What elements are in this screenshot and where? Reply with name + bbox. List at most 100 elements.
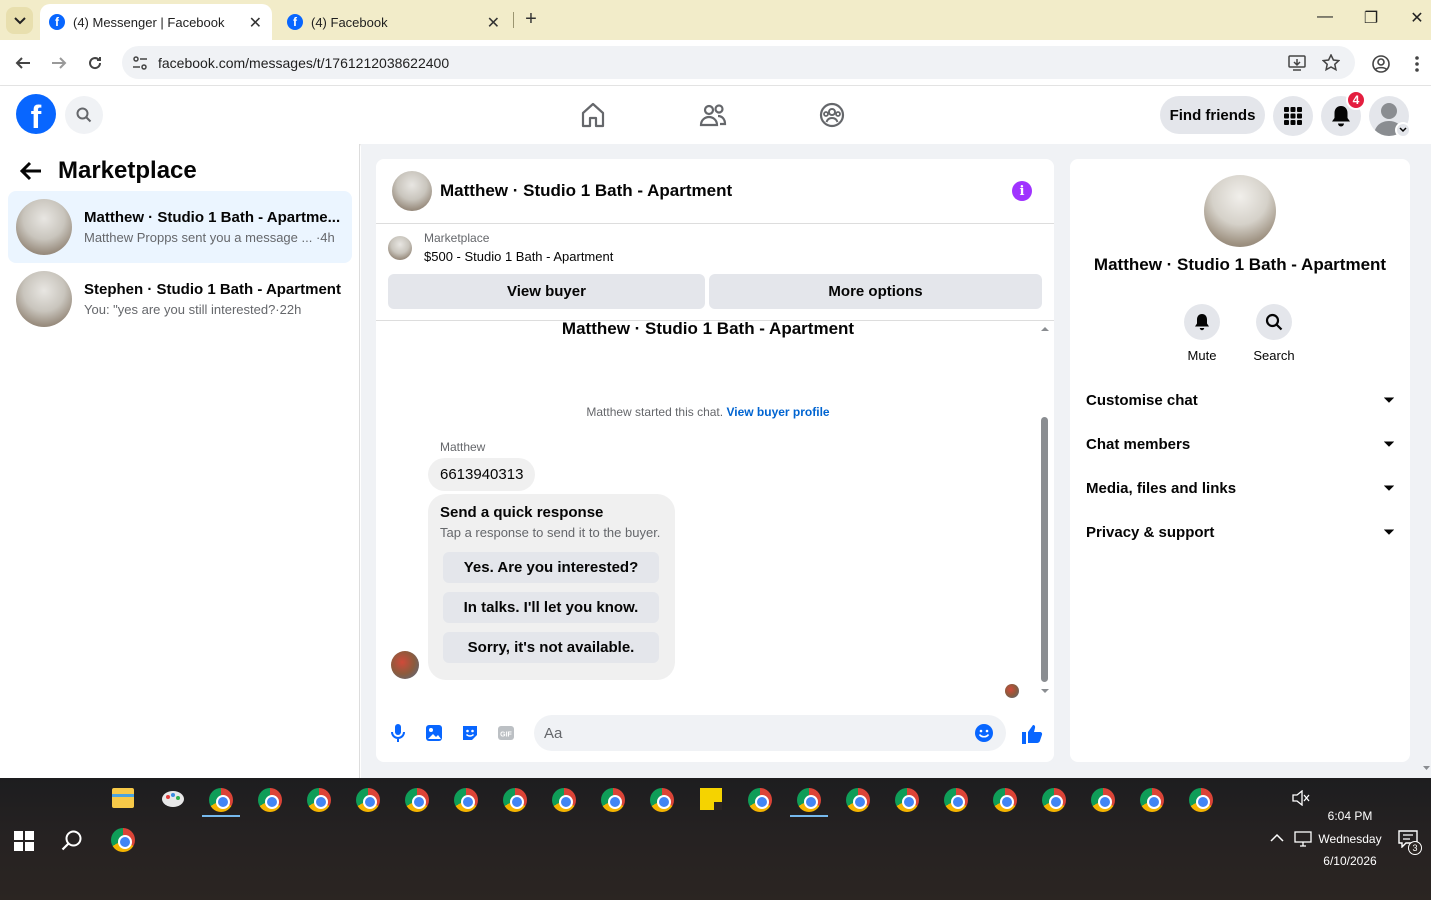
facebook-favicon-icon: f — [49, 14, 65, 30]
sticker-icon[interactable] — [460, 723, 480, 743]
facebook-logo-icon[interactable]: f — [16, 94, 56, 134]
chrome-taskbar-icon[interactable] — [944, 788, 968, 812]
chrome-taskbar-icon[interactable] — [552, 788, 576, 812]
file-explorer-icon[interactable] — [112, 788, 134, 808]
chat-scroll-thumb[interactable] — [1041, 417, 1048, 682]
conversation-preview: You: "yes are you still interested?·22h — [84, 302, 302, 317]
customise-chat-section[interactable]: Customise chat — [1086, 378, 1394, 422]
chrome-taskbar-icon[interactable] — [993, 788, 1017, 812]
chrome-taskbar-icon[interactable] — [846, 788, 870, 812]
chevron-down-icon — [1384, 441, 1394, 447]
conversation-item[interactable]: Matthew · Studio 1 Bath - Apartme... Mat… — [8, 191, 352, 263]
scroll-down-icon — [1423, 766, 1430, 770]
friends-icon[interactable] — [699, 101, 727, 129]
conversation-avatar — [16, 199, 72, 255]
tab-search-dropdown[interactable] — [6, 7, 33, 34]
chrome-taskbar-icon[interactable] — [601, 788, 625, 812]
chrome-taskbar-icon[interactable] — [1189, 788, 1213, 812]
gif-icon[interactable]: GIF — [496, 723, 516, 743]
emoji-icon[interactable] — [974, 723, 994, 743]
chevron-down-icon — [1384, 529, 1394, 535]
reload-button[interactable] — [85, 53, 105, 73]
account-chevron[interactable] — [1395, 122, 1411, 138]
chat-members-section[interactable]: Chat members — [1086, 422, 1394, 466]
chrome-taskbar-icon[interactable] — [307, 788, 331, 812]
search-icon — [76, 107, 92, 123]
chrome-taskbar-icon[interactable] — [503, 788, 527, 812]
conversation-item[interactable]: Stephen · Studio 1 Bath - Apartment You:… — [8, 263, 352, 335]
search-action[interactable]: Search — [1244, 304, 1304, 363]
microphone-icon[interactable] — [388, 723, 408, 743]
thumbs-up-icon[interactable] — [1021, 723, 1043, 745]
message-input-box[interactable] — [534, 715, 1006, 751]
photo-icon[interactable] — [424, 723, 444, 743]
sidebar-title: Marketplace — [58, 157, 197, 184]
message-bubble[interactable]: 6613940313 — [428, 458, 536, 491]
url-text[interactable]: facebook.com/messages/t/1761212038622400 — [158, 55, 449, 71]
sender-avatar — [391, 651, 419, 679]
page-scrollbar[interactable] — [1422, 144, 1431, 778]
new-tab-button[interactable]: + — [520, 8, 542, 30]
quick-response-button[interactable]: Yes. Are you interested? — [443, 552, 659, 583]
listing-thumbnail — [388, 236, 412, 260]
listing-source: Marketplace — [424, 231, 490, 245]
quick-response-button[interactable]: In talks. I'll let you know. — [443, 592, 659, 623]
search-button[interactable] — [65, 96, 103, 134]
chrome-taskbar-icon[interactable] — [454, 788, 478, 812]
more-options-button[interactable]: More options — [709, 274, 1042, 309]
chevron-up-icon[interactable] — [1270, 833, 1284, 843]
privacy-support-section[interactable]: Privacy & support — [1086, 510, 1394, 554]
windows-search-icon[interactable] — [61, 829, 83, 851]
back-button[interactable] — [13, 53, 33, 73]
listing-title: $500 - Studio 1 Bath - Apartment — [424, 249, 614, 264]
tab-messenger[interactable]: f (4) Messenger | Facebook ✕ — [40, 4, 272, 40]
chevron-down-icon — [1399, 127, 1407, 133]
quick-response-button[interactable]: Sorry, it's not available. — [443, 632, 659, 663]
chrome-taskbar-icon[interactable] — [1140, 788, 1164, 812]
back-arrow-icon[interactable] — [20, 161, 42, 181]
close-window-button[interactable]: ✕ — [1405, 8, 1429, 28]
groups-icon[interactable] — [818, 101, 846, 129]
chrome-taskbar-icon[interactable] — [258, 788, 282, 812]
conversation-sidebar: Marketplace Matthew · Studio 1 Bath - Ap… — [0, 144, 360, 778]
media-files-links-section[interactable]: Media, files and links — [1086, 466, 1394, 510]
listing-info[interactable]: Marketplace $500 - Studio 1 Bath - Apart… — [388, 231, 613, 264]
close-tab-icon[interactable]: ✕ — [487, 13, 500, 33]
chrome-taskbar-icon[interactable] — [1042, 788, 1066, 812]
chrome-taskbar-icon[interactable] — [405, 788, 429, 812]
conversation-name: Matthew · Studio 1 Bath - Apartme... — [84, 209, 341, 226]
chrome-taskbar-icon[interactable] — [356, 788, 380, 812]
more-menu-icon[interactable] — [1413, 54, 1421, 74]
chrome-taskbar-icon[interactable] — [748, 788, 772, 812]
grid-menu-icon — [1284, 107, 1302, 125]
windows-start-icon[interactable] — [14, 831, 34, 851]
chat-title[interactable]: Matthew · Studio 1 Bath - Apartment — [440, 181, 732, 201]
home-icon[interactable] — [579, 101, 607, 129]
tab-facebook[interactable]: f (4) Facebook ✕ — [278, 4, 510, 40]
close-tab-icon[interactable]: ✕ — [249, 13, 262, 33]
chrome-taskbar-icon[interactable] — [209, 788, 233, 812]
maximize-button[interactable]: ❐ — [1359, 8, 1383, 28]
chrome-taskbar-icon[interactable] — [650, 788, 674, 812]
chrome-taskbar-icon[interactable] — [797, 788, 821, 812]
view-buyer-button[interactable]: View buyer — [388, 274, 705, 309]
chrome-taskbar-icon[interactable] — [895, 788, 919, 812]
info-icon[interactable]: i — [1012, 181, 1032, 201]
chat-avatar[interactable] — [392, 171, 432, 211]
sticky-notes-icon[interactable] — [700, 788, 722, 810]
message-input[interactable] — [544, 724, 944, 742]
mute-action[interactable]: Mute — [1172, 304, 1232, 363]
find-friends-button[interactable]: Find friends — [1160, 96, 1265, 134]
menu-button[interactable] — [1273, 96, 1313, 136]
search-icon — [1265, 313, 1283, 331]
paint-app-icon[interactable] — [161, 788, 185, 810]
forward-button[interactable] — [49, 53, 69, 73]
omnibox[interactable]: facebook.com/messages/t/1761212038622400 — [122, 46, 1355, 79]
chrome-pinned-icon[interactable] — [111, 828, 135, 852]
chrome-taskbar-icon[interactable] — [1091, 788, 1115, 812]
profile-icon[interactable] — [1371, 54, 1391, 74]
volume-muted-icon[interactable] — [1292, 790, 1310, 806]
site-settings-icon — [133, 55, 147, 70]
view-buyer-profile-link[interactable]: View buyer profile — [726, 405, 829, 419]
minimize-button[interactable]: — — [1313, 8, 1337, 26]
